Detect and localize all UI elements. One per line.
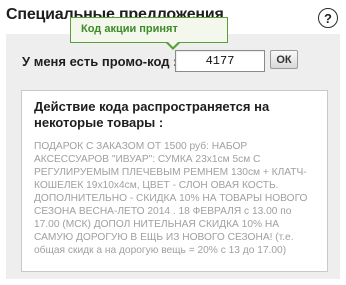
ok-button[interactable]: ОК (270, 50, 298, 69)
promo-accepted-tooltip: Код акции принят (70, 17, 228, 43)
details-description: ПОДАРОК С ЗАКАЗОМ ОТ 1500 руб: НАБОР АКС… (34, 141, 308, 256)
promo-code-label: У меня есть промо-код : (22, 54, 178, 69)
promo-code-input[interactable] (175, 50, 265, 72)
promo-details-box: Действие кода распространяется на некото… (21, 90, 328, 272)
details-heading: Действие кода распространяется на некото… (34, 99, 270, 130)
tooltip-arrow-fill (168, 42, 178, 47)
help-button[interactable]: ? (318, 8, 338, 28)
